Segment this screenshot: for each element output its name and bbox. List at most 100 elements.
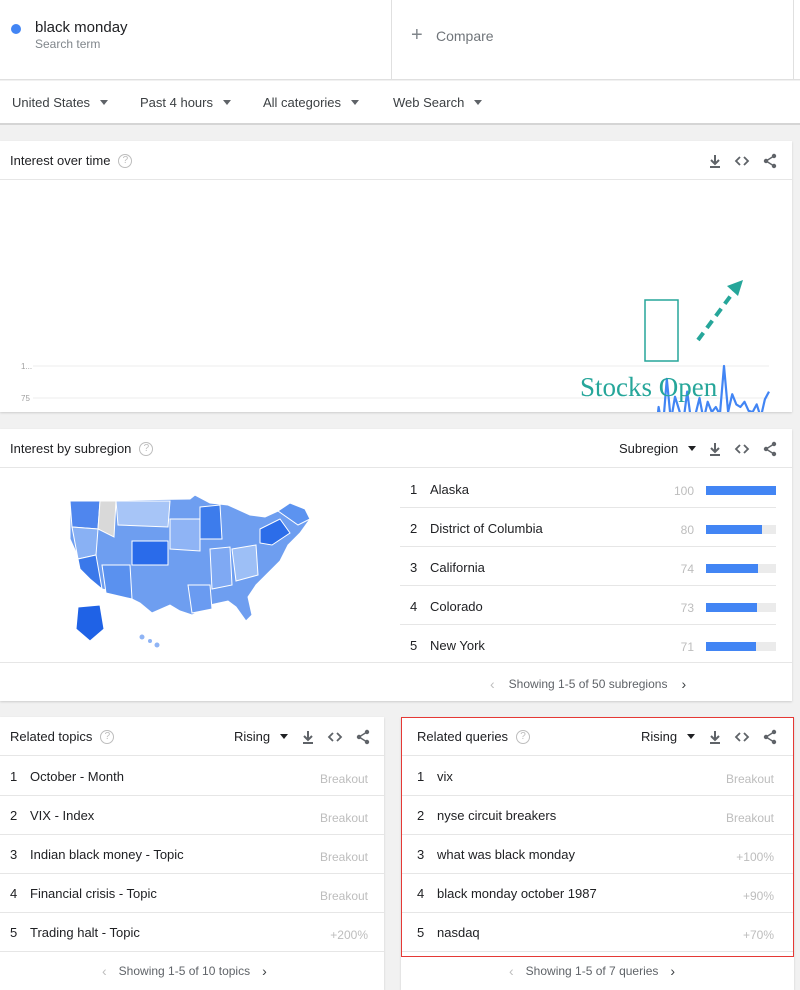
chevron-left-icon[interactable]: ‹ [102, 963, 107, 979]
interest-by-subregion-card: Interest by subregion ? Subregion 1 Alas [0, 429, 792, 701]
subregion-bar [706, 564, 758, 573]
related-topic-row[interactable]: 2 VIX - Index Breakout [0, 796, 384, 835]
card-divider [0, 467, 792, 468]
rank: 4 [10, 886, 18, 901]
topic-name: Financial crisis - Topic [30, 886, 157, 901]
search-term-bar: black monday Search term + Compare [0, 0, 800, 80]
subregion-title: Interest by subregion [10, 441, 132, 456]
topic-value: Breakout [319, 850, 368, 864]
subregion-row[interactable]: 4 Colorado 73 [400, 586, 792, 625]
topic-value: Breakout [319, 889, 368, 903]
filter-bar: United States Past 4 hours All categorie… [0, 81, 800, 125]
related-topics-title: Related topics [10, 729, 93, 744]
subregion-value: 80 [680, 523, 694, 537]
rank: 2 [410, 521, 418, 536]
related-topic-row[interactable]: 3 Indian black money - Topic Breakout [0, 835, 384, 874]
subregion-header: Interest by subregion ? [10, 441, 154, 456]
card-divider [0, 662, 792, 663]
subregion-row[interactable]: 1 Alaska 100 [400, 469, 792, 508]
pager-label: Showing 1-5 of 10 topics [118, 964, 251, 978]
topic-name: Trading halt - Topic [30, 925, 140, 940]
filter-search-type-label: Web Search [393, 95, 465, 110]
related-topic-row[interactable]: 4 Financial crisis - Topic Breakout [0, 874, 384, 913]
chevron-left-icon[interactable]: ‹ [490, 676, 495, 692]
subregion-bar-track [706, 642, 776, 651]
related-topics-card: Related topics ? Rising 1 October - Mont… [0, 717, 384, 990]
search-term-subtitle: Search term [35, 37, 101, 51]
pager-label: Showing 1-5 of 7 queries [525, 964, 659, 978]
stocks-open-marker-box [644, 299, 679, 362]
related-queries-highlight [401, 717, 794, 957]
subregion-bar-track [706, 486, 776, 495]
filter-time[interactable]: Past 4 hours [140, 95, 231, 110]
filter-category[interactable]: All categories [263, 95, 360, 110]
chevron-right-icon[interactable]: › [670, 963, 675, 979]
subregion-bar [706, 486, 776, 495]
plus-icon: + [411, 24, 423, 46]
caret-down-icon [351, 100, 360, 105]
filter-region[interactable]: United States [12, 95, 109, 110]
subregion-name: California [430, 560, 485, 575]
subregion-name: Colorado [430, 599, 483, 614]
rank: 3 [410, 560, 418, 575]
subregion-bar-track [706, 564, 776, 573]
subregion-bar-track [706, 525, 776, 534]
topic-name: Indian black money - Topic [30, 847, 184, 862]
filter-category-label: All categories [263, 95, 342, 110]
rank: 2 [10, 808, 18, 823]
filter-time-label: Past 4 hours [140, 95, 213, 110]
search-term-chip[interactable]: black monday Search term [0, 0, 392, 80]
subregion-pager: ‹ Showing 1-5 of 50 subregions › [490, 676, 686, 692]
subregion-row[interactable]: 2 District of Columbia 80 [400, 508, 792, 547]
filter-region-label: United States [12, 95, 91, 110]
subregion-value: 71 [680, 640, 694, 654]
stocks-open-annotation: Stocks Open [580, 372, 718, 402]
download-icon[interactable] [707, 441, 723, 457]
subregion-bar-track [706, 603, 776, 612]
help-icon[interactable]: ? [139, 441, 154, 456]
download-icon[interactable] [300, 729, 316, 745]
topic-value: Breakout [319, 772, 368, 786]
embed-icon[interactable] [327, 729, 343, 745]
embed-icon[interactable] [734, 441, 750, 457]
chevron-left-icon[interactable]: ‹ [509, 963, 514, 979]
stocks-open-arrow-shaft [696, 288, 737, 342]
card-divider [0, 755, 384, 756]
topic-name: October - Month [30, 769, 124, 784]
related-queries-pager: ‹ Showing 1-5 of 7 queries › [509, 963, 675, 979]
subregion-row[interactable]: 5 New York 71 [400, 625, 792, 664]
related-topics-select-label: Rising [234, 729, 271, 744]
subregion-bar [706, 525, 762, 534]
subregion-select[interactable]: Subregion [619, 441, 697, 456]
rank: 4 [410, 599, 418, 614]
search-term-name[interactable]: black monday [35, 19, 128, 36]
y-tick-label: 1... [21, 362, 32, 371]
related-topic-row[interactable]: 5 Trading halt - Topic +200% [0, 913, 384, 952]
chevron-right-icon[interactable]: › [681, 676, 686, 692]
subregion-row[interactable]: 3 California 74 [400, 547, 792, 586]
filter-search-type[interactable]: Web Search [393, 95, 483, 110]
share-icon[interactable] [355, 729, 371, 745]
y-tick-label: 75 [21, 394, 30, 403]
series-color-dot [11, 24, 21, 34]
subregion-value: 73 [680, 601, 694, 615]
related-topics-header: Related topics ? [10, 729, 115, 744]
subregion-bar [706, 603, 758, 612]
subregion-value: 100 [673, 484, 694, 498]
compare-label: Compare [436, 28, 494, 44]
interest-over-time-card: Interest over time ? 2550751... 6:05 A..… [0, 141, 792, 412]
interest-over-time-chart: 2550751... 6:05 A...7:16 AM8:27 AM9:38 A… [21, 280, 770, 412]
help-icon[interactable]: ? [100, 729, 115, 744]
related-topic-row[interactable]: 1 October - Month Breakout [0, 757, 384, 796]
related-topics-select[interactable]: Rising [234, 729, 289, 744]
rank: 1 [410, 482, 418, 497]
topic-value: +200% [330, 928, 368, 942]
subregion-name: District of Columbia [430, 521, 543, 536]
compare-button[interactable]: + Compare [392, 0, 794, 80]
share-icon[interactable] [762, 441, 778, 457]
rank: 3 [10, 847, 18, 862]
topic-value: Breakout [319, 811, 368, 825]
us-subregion-map[interactable] [60, 489, 320, 649]
chevron-right-icon[interactable]: › [262, 963, 267, 979]
subregion-name: New York [430, 638, 485, 653]
